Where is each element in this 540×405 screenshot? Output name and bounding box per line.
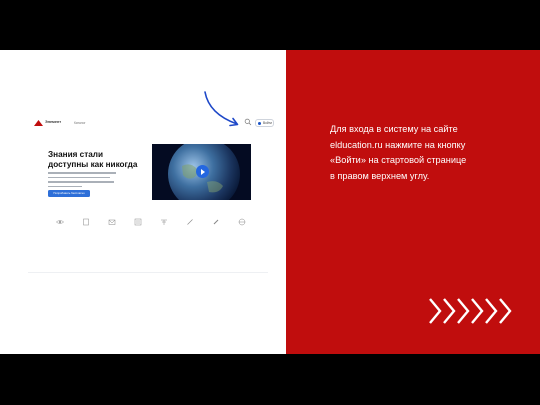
- arrow-pointer-icon: [204, 91, 239, 127]
- book-icon[interactable]: [82, 218, 90, 226]
- user-icon: [258, 121, 261, 125]
- logo-icon: [34, 120, 43, 126]
- envelope-icon[interactable]: [108, 218, 116, 226]
- instruction-line-1: Для входа в систему на сайте: [330, 124, 458, 134]
- promo-video[interactable]: [152, 144, 251, 200]
- globe-icon[interactable]: [238, 218, 246, 226]
- pen-icon[interactable]: [186, 218, 194, 226]
- presentation-slide: Элемент Каталог Войти Знания стали досту…: [0, 50, 540, 354]
- atom-icon[interactable]: [56, 218, 64, 226]
- instruction-text: Для входа в систему на сайте elducation.…: [330, 122, 520, 184]
- instruction-line-3: «Войти» на стартовой странице: [330, 155, 467, 165]
- login-button[interactable]: Войти: [255, 119, 274, 127]
- hero-title-line-1: Знания стали: [48, 150, 104, 159]
- category-icons-row: [56, 218, 246, 228]
- website-screenshot: Элемент Каталог Войти Знания стали досту…: [28, 112, 274, 292]
- login-button-label: Войти: [263, 120, 272, 125]
- site-logo-text[interactable]: Элемент: [45, 120, 61, 124]
- hero-title: Знания стали доступны как никогда: [48, 150, 158, 169]
- try-free-button[interactable]: Попробовать бесплатно: [48, 190, 90, 197]
- list-icon[interactable]: [134, 218, 142, 226]
- math-icon[interactable]: [160, 218, 168, 226]
- instruction-line-4: в правом верхнем углу.: [330, 170, 430, 181]
- test-tube-icon[interactable]: [212, 218, 220, 226]
- hero-description: [48, 172, 118, 190]
- hero-title-line-2: доступны как никогда: [48, 159, 138, 169]
- play-icon[interactable]: [196, 165, 209, 178]
- divider: [28, 272, 268, 273]
- nav-link-catalog[interactable]: Каталог: [74, 121, 86, 125]
- instruction-line-2: elducation.ru нажмите на кнопку: [330, 139, 466, 150]
- chevron-right-icon: [429, 298, 512, 324]
